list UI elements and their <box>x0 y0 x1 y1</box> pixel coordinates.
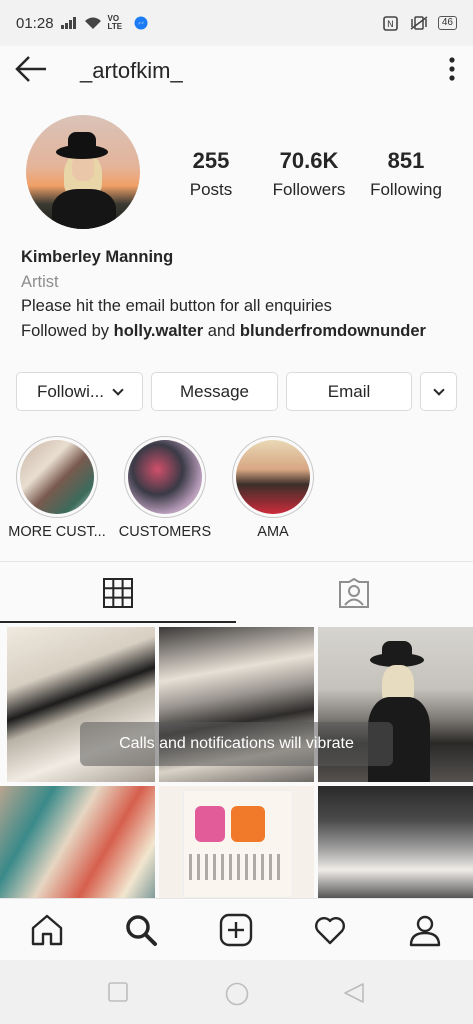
chevron-down-icon <box>112 383 124 396</box>
messenger-icon <box>132 16 150 30</box>
posts-stat: 255 Posts <box>186 148 236 200</box>
followed-by-and: and <box>203 321 240 340</box>
message-button[interactable]: Message <box>151 372 278 411</box>
wifi-icon <box>84 16 102 30</box>
svg-text:N: N <box>387 20 394 30</box>
search-icon[interactable] <box>124 913 158 947</box>
nfc-icon: N <box>382 15 400 31</box>
status-time: 01:28 <box>16 14 54 32</box>
vibrate-icon <box>410 16 428 30</box>
status-bar: 01:28 VO LTE N 46 <box>0 0 473 46</box>
grid-icon[interactable] <box>103 578 133 608</box>
following-label: Following <box>370 180 442 199</box>
profile-category: Artist <box>21 272 59 291</box>
posts-label: Posts <box>189 180 233 199</box>
following-stat[interactable]: 851 Following <box>364 148 448 200</box>
grid-post[interactable] <box>0 786 155 898</box>
volte-indicator: VO LTE <box>107 14 123 31</box>
email-button-label: Email <box>327 381 371 401</box>
home-icon[interactable] <box>30 913 64 947</box>
followed-by-user-1[interactable]: holly.walter <box>114 322 204 340</box>
battery-icon: 46 <box>437 16 457 30</box>
following-button[interactable]: Followi... <box>16 372 143 411</box>
followed-by-user-2[interactable]: blunderfromdownunder <box>240 322 426 340</box>
highlight-label: CUSTOMERS <box>118 524 212 540</box>
highlight-more-customers[interactable] <box>16 436 98 518</box>
message-button-label: Message <box>180 381 249 401</box>
android-navigation-bar <box>0 960 473 1024</box>
tagged-person-icon[interactable] <box>338 578 370 608</box>
bio-text: Please hit the email button for all enqu… <box>21 297 332 315</box>
profile-avatar[interactable] <box>26 115 140 229</box>
following-count: 851 <box>387 148 425 173</box>
profile-tabs <box>0 561 473 623</box>
profile-username: _artofkim_ <box>80 58 183 83</box>
bottom-navigation <box>0 898 473 960</box>
following-button-label: Followi... <box>36 381 105 401</box>
suggested-accounts-button[interactable] <box>420 372 457 411</box>
heart-icon[interactable] <box>313 913 347 947</box>
posts-count: 255 <box>192 148 230 173</box>
followed-by[interactable]: Followed by holly.walter and blunderfrom… <box>21 319 451 344</box>
highlight-ama[interactable] <box>232 436 314 518</box>
chevron-down-icon <box>432 383 445 396</box>
highlight-label: MORE CUST... <box>8 524 106 540</box>
followed-by-prefix: Followed by <box>21 321 114 340</box>
profile-name: Kimberley Manning <box>21 248 174 266</box>
followers-stat[interactable]: 70.6K Followers <box>266 148 352 200</box>
more-vertical-icon[interactable] <box>447 56 457 82</box>
email-button[interactable]: Email <box>286 372 412 411</box>
followers-count: 70.6K <box>279 148 339 173</box>
recents-icon[interactable] <box>108 982 128 1002</box>
home-circle-icon[interactable] <box>225 982 249 1006</box>
back-triangle-icon[interactable] <box>343 982 365 1004</box>
profile-bio: Kimberley Manning Artist Please hit the … <box>21 245 451 343</box>
grid-post[interactable] <box>318 786 473 898</box>
active-tab-indicator <box>0 621 236 623</box>
system-toast: Calls and notifications will vibrate <box>80 722 393 766</box>
back-arrow-icon[interactable] <box>14 54 48 84</box>
highlight-customers[interactable] <box>124 436 206 518</box>
profile-icon[interactable] <box>408 913 442 947</box>
signal-icon <box>60 16 78 30</box>
add-post-icon[interactable] <box>219 913 253 947</box>
profile-header: _artofkim_ <box>0 46 473 92</box>
highlight-label: AMA <box>257 524 289 540</box>
followers-label: Followers <box>272 180 346 199</box>
grid-post[interactable] <box>159 786 314 898</box>
